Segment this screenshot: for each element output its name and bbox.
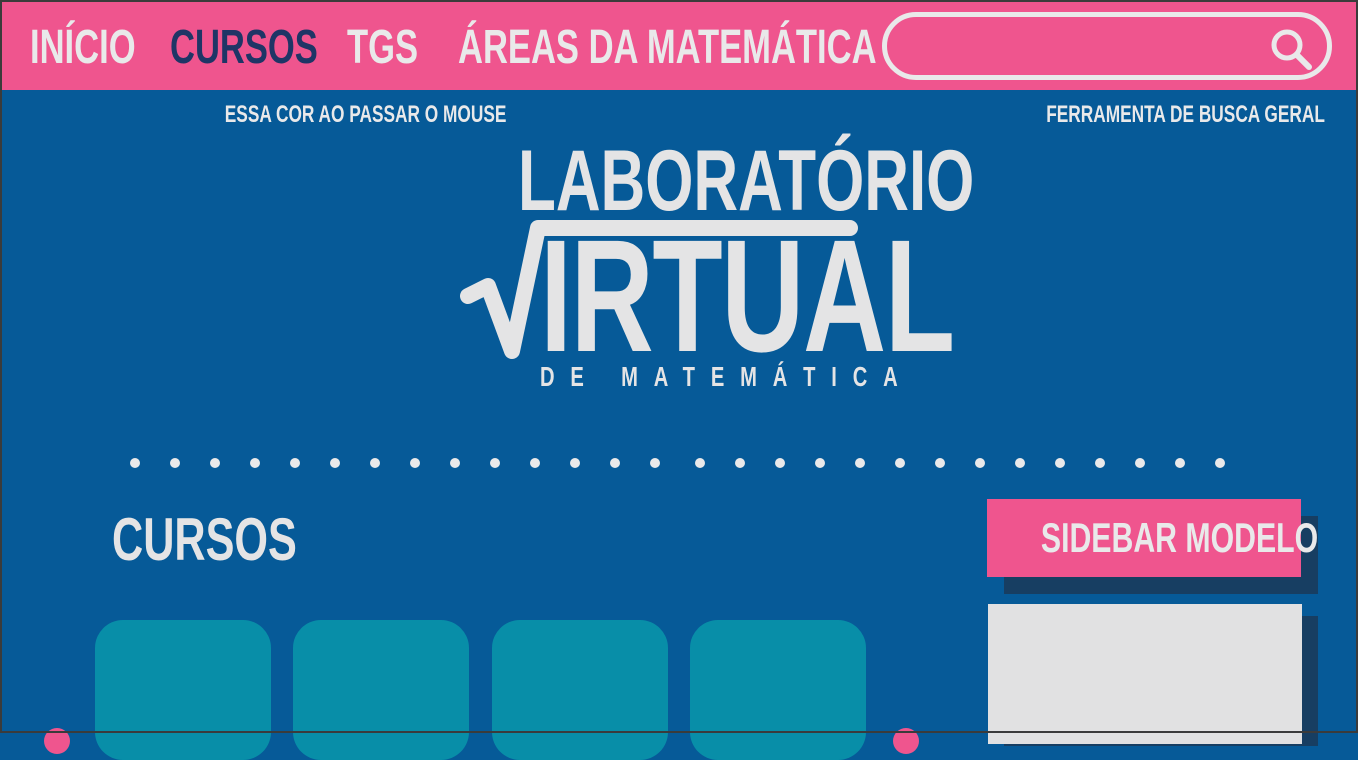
divider-dot <box>610 458 620 468</box>
search-note-text: FERRAMENTA DE BUSCA GERAL <box>1046 101 1325 128</box>
divider-dot <box>1095 458 1105 468</box>
divider-dot <box>530 458 540 468</box>
divider-dot <box>410 458 420 468</box>
divider-dot <box>1015 458 1025 468</box>
divider-dot <box>130 458 140 468</box>
nav-item-tgs[interactable]: TGS <box>347 22 446 74</box>
divider-dot <box>370 458 380 468</box>
nav-item-inicio[interactable]: INÍCIO <box>30 22 177 74</box>
dotted-divider <box>130 458 1240 470</box>
divider-dot <box>1055 458 1065 468</box>
logo-sub-text: DE MATEMÁTICA <box>540 361 914 392</box>
nav-item-label: INÍCIO <box>30 21 136 74</box>
divider-dot <box>250 458 260 468</box>
course-card[interactable] <box>690 620 866 760</box>
course-card[interactable] <box>492 620 668 760</box>
divider-dot <box>775 458 785 468</box>
divider-dot <box>1135 458 1145 468</box>
divider-dot <box>895 458 905 468</box>
nav-item-label: ÁREAS DA MATEMÁTICA <box>458 21 877 74</box>
divider-dot <box>490 458 500 468</box>
nav-item-cursos[interactable]: CURSOS <box>170 22 375 74</box>
sidebar-content-box <box>988 604 1302 744</box>
divider-dot <box>450 458 460 468</box>
hover-color-note: ESSA COR AO PASSAR O MOUSE <box>170 102 507 127</box>
divider-dot <box>815 458 825 468</box>
course-card[interactable] <box>293 620 469 760</box>
divider-dot <box>695 458 705 468</box>
divider-dot <box>935 458 945 468</box>
logo-main-text: IRTUAL <box>540 206 955 385</box>
carousel-prev-button[interactable] <box>44 728 70 754</box>
hover-color-note-text: ESSA COR AO PASSAR O MOUSE <box>224 101 507 128</box>
divider-dot <box>735 458 745 468</box>
divider-dot <box>170 458 180 468</box>
divider-dot <box>855 458 865 468</box>
divider-dot <box>210 458 220 468</box>
nav-item-label: TGS <box>347 21 419 74</box>
divider-dot <box>975 458 985 468</box>
courses-section-title: CURSOS <box>112 506 297 573</box>
divider-dot <box>1175 458 1185 468</box>
divider-dot <box>570 458 580 468</box>
search-icon[interactable] <box>1269 27 1313 71</box>
sidebar-title: SIDEBAR MODELO <box>987 499 1318 577</box>
course-card[interactable] <box>95 620 271 760</box>
top-navigation-bar: INÍCIO CURSOS TGS ÁREAS DA MATEMÁTICA <box>2 2 1356 90</box>
divider-dot <box>290 458 300 468</box>
divider-dot <box>650 458 660 468</box>
divider-dot <box>330 458 340 468</box>
search-input[interactable] <box>882 12 1332 80</box>
nav-item-label: CURSOS <box>170 21 318 74</box>
carousel-next-button[interactable] <box>893 728 919 754</box>
divider-dot <box>1215 458 1225 468</box>
search-note: FERRAMENTA DE BUSCA GERAL <box>992 102 1325 127</box>
